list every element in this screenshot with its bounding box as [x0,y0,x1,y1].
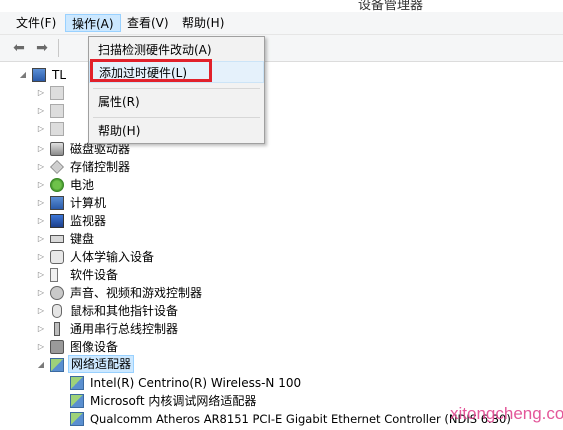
expand-arrow-icon[interactable]: ▷ [35,176,47,194]
keyboard-icon [50,235,64,243]
expand-arrow-icon[interactable]: ▷ [35,284,47,302]
storage-controller-icon [50,160,64,174]
expand-arrow-icon[interactable]: ▷ [35,212,47,230]
network-adapter-icon [70,412,84,426]
camera-icon [50,340,64,354]
category-label: 通用串行总线控制器 [70,322,179,336]
software-device-icon [50,268,58,282]
mouse-icon [52,304,62,318]
expand-arrow-icon[interactable]: ▷ [35,230,47,248]
device-tree: ◢ TL ▷ ▷ ▷ ▷ 磁盘驱动器 ▷ 存储控制器 ▷ 电池 ▷ 计算机 ▷ … [0,62,563,430]
category-label: 键盘 [70,232,95,246]
expand-arrow-icon[interactable]: ▷ [35,102,47,120]
computer-icon [50,196,64,210]
hid-icon [50,250,64,264]
expand-arrow-icon[interactable]: ▷ [35,140,47,158]
toolbar-separator [58,39,59,57]
toolbar: ⬅ ➡ [0,35,563,62]
menu-bar: 文件(F) 操作(A) 查看(V) 帮助(H) [0,12,563,35]
usb-icon [54,322,60,336]
device-category-icon [50,104,64,118]
monitor-icon [50,214,64,228]
collapse-arrow-icon[interactable]: ◢ [35,356,47,374]
device-label: Microsoft 内核调试网络适配器 [90,394,257,408]
menu-separator [93,117,260,118]
category-label: 电池 [70,178,95,192]
category-label: 存储控制器 [70,160,131,174]
menu-item-help[interactable]: 帮助(H) [89,120,264,142]
window-title: 设备管理器 [358,0,424,12]
expand-arrow-icon[interactable]: ▷ [35,194,47,212]
disk-drive-icon [50,142,64,156]
expand-arrow-icon[interactable]: ▷ [35,248,47,266]
category-label: 人体学输入设备 [70,250,155,264]
network-adapter-icon [70,376,84,390]
menu-separator [93,88,260,89]
device-category-icon [50,86,64,100]
red-highlight-box [90,59,212,82]
expand-arrow-icon[interactable]: ▷ [35,302,47,320]
category-label: 声音、视频和游戏控制器 [70,286,203,300]
title-bar: 设备管理器 [0,0,563,12]
category-label: 网络适配器 [68,355,135,373]
menu-file[interactable]: 文件(F) [10,14,62,32]
device-category-icon [50,122,64,136]
computer-root-icon [32,68,46,82]
expand-arrow-icon[interactable]: ▷ [35,84,47,102]
network-adapter-icon [70,394,84,408]
menu-view[interactable]: 查看(V) [121,14,175,32]
menu-help[interactable]: 帮助(H) [176,14,230,32]
sound-icon [50,286,64,300]
collapse-arrow-icon[interactable]: ◢ [17,66,29,84]
network-adapter-icon [50,358,64,372]
battery-icon [50,178,64,192]
menu-item-properties[interactable]: 属性(R) [89,91,264,113]
category-label: 软件设备 [70,268,119,282]
device-label: Intel(R) Centrino(R) Wireless-N 100 [90,376,302,390]
watermark: xitongcheng.com [450,404,563,423]
expand-arrow-icon[interactable]: ▷ [35,158,47,176]
category-label: 鼠标和其他指针设备 [70,304,179,318]
menu-item-scan-hardware[interactable]: 扫描检测硬件改动(A) [89,39,264,61]
device-label: Qualcomm Atheros AR8151 PCI-E Gigabit Et… [90,412,511,426]
forward-arrow-icon[interactable]: ➡ [33,39,51,57]
expand-arrow-icon[interactable]: ▷ [35,338,47,356]
category-label: 图像设备 [70,340,119,354]
action-menu: 扫描检测硬件改动(A) 添加过时硬件(L) 属性(R) 帮助(H) [88,36,265,144]
category-label: 监视器 [70,214,107,228]
expand-arrow-icon[interactable]: ▷ [35,120,47,138]
root-label: TL [52,68,67,82]
category-label: 计算机 [70,196,107,210]
menu-action[interactable]: 操作(A) [65,14,121,32]
back-arrow-icon[interactable]: ⬅ [10,39,28,57]
expand-arrow-icon[interactable]: ▷ [35,320,47,338]
expand-arrow-icon[interactable]: ▷ [35,266,47,284]
